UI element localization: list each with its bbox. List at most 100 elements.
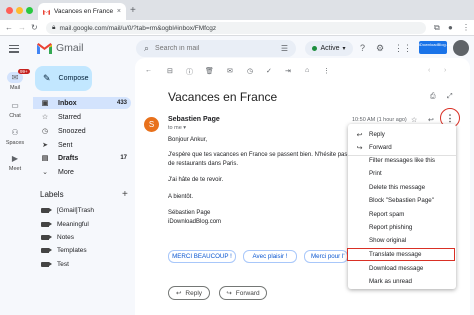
- reply-icon[interactable]: ↩: [428, 116, 434, 124]
- back-to-inbox-icon[interactable]: ←: [145, 67, 152, 74]
- browser-tab[interactable]: Vacances en France - ankurti ×: [38, 3, 126, 20]
- inbox-count: 433: [116, 100, 127, 106]
- smart-reply-chip[interactable]: Avec plaisir !: [243, 250, 297, 263]
- label-icon[interactable]: ⌂: [305, 67, 309, 74]
- zoom-window-button[interactable]: [26, 7, 33, 14]
- sidebar-item-sent[interactable]: ➤ Sent: [33, 139, 131, 151]
- rail-meet[interactable]: ▶ Meet: [4, 153, 26, 172]
- print-all-icon[interactable]: ⎙: [430, 93, 436, 101]
- sender-avatar[interactable]: S: [144, 117, 159, 132]
- compose-button[interactable]: ✎ Compose: [35, 66, 92, 91]
- forward-button[interactable]: ↪ Forward: [219, 286, 267, 300]
- smart-reply-chip[interactable]: MERCI BEAUCOUP !: [168, 250, 236, 263]
- search-bar[interactable]: ⌕ ☰: [136, 40, 296, 57]
- rail-meet-label: Meet: [8, 166, 22, 172]
- email-body-line: J'ai hâte de te revoir.: [168, 177, 224, 183]
- add-task-icon[interactable]: ✓: [266, 67, 272, 75]
- label-item[interactable]: Notes: [41, 232, 74, 243]
- label-item[interactable]: [Gmail]Trash: [41, 205, 94, 216]
- reply-icon: ↩: [175, 290, 182, 297]
- sender-name[interactable]: Sebastien Page: [168, 116, 220, 123]
- apps-grid-icon[interactable]: ⋮⋮: [394, 43, 412, 54]
- pencil-icon: ✎: [43, 73, 51, 83]
- tab-close-icon[interactable]: ×: [117, 8, 121, 15]
- forward-icon: ↪: [226, 290, 232, 297]
- clock-icon: ◷: [41, 128, 49, 135]
- star-message-icon[interactable]: ☆: [411, 116, 417, 124]
- label-item[interactable]: Templates: [41, 245, 87, 256]
- snooze-icon[interactable]: ◷: [247, 67, 253, 75]
- url-field[interactable]: 🔒︎ mail.google.com/mail/u/0/?tab=rm&ogbl…: [46, 22, 426, 34]
- rail-chat[interactable]: ▭ Chat: [4, 100, 26, 119]
- gmail-logo[interactable]: Gmail: [37, 42, 83, 54]
- meet-icon: ▶: [11, 154, 19, 163]
- sidebar-item-drafts[interactable]: ▤ Drafts 17: [33, 152, 131, 164]
- extensions-icon[interactable]: ⧉: [434, 23, 440, 33]
- rail-spaces-label: Spaces: [5, 140, 25, 146]
- label-name: Meaningful: [57, 221, 89, 228]
- label-name: Test: [57, 261, 69, 268]
- forward-nav-icon[interactable]: →: [18, 23, 26, 32]
- profile-icon[interactable]: ●: [448, 23, 453, 32]
- reload-icon[interactable]: ↻: [31, 23, 38, 32]
- menu-item-show-original[interactable]: Show original: [348, 234, 456, 247]
- search-icon[interactable]: ⌕: [144, 43, 149, 54]
- menu-item-label: Forward: [369, 144, 392, 151]
- new-tab-button[interactable]: +: [130, 5, 136, 16]
- menu-item-forward[interactable]: ↪ Forward: [348, 141, 456, 154]
- add-label-icon[interactable]: +: [122, 189, 128, 200]
- menu-item-download[interactable]: Download message: [348, 262, 456, 275]
- email-body-line: A bientôt.: [168, 194, 194, 200]
- menu-item-filter[interactable]: Filter messages like this: [348, 154, 456, 167]
- newer-chevron-icon[interactable]: ‹: [428, 67, 430, 74]
- menu-item-mark-unread[interactable]: Mark as unread: [348, 275, 456, 288]
- email-body-line: J'espère que tes vacances en France se p…: [168, 152, 363, 158]
- mark-unread-icon[interactable]: ✉: [227, 67, 233, 75]
- smart-reply-chip[interactable]: Merci pour l': [304, 250, 348, 263]
- sidebar-item-inbox[interactable]: ▣ Inbox 433: [33, 97, 131, 109]
- main-menu-icon[interactable]: [9, 45, 19, 53]
- menu-item-print[interactable]: Print: [348, 167, 456, 180]
- older-chevron-icon[interactable]: ›: [444, 67, 446, 74]
- reply-button[interactable]: ↩ Reply: [168, 286, 210, 300]
- search-options-icon[interactable]: ☰: [281, 44, 288, 53]
- help-icon[interactable]: ?: [360, 43, 365, 53]
- more-actions-icon[interactable]: ⋮: [323, 67, 330, 75]
- open-new-window-icon[interactable]: ⤢: [447, 93, 453, 101]
- label-tag-icon: [41, 235, 52, 240]
- minimize-window-button[interactable]: [16, 7, 23, 14]
- menu-item-report-spam[interactable]: Report spam: [348, 208, 456, 221]
- sidebar-item-label: Drafts: [58, 154, 79, 162]
- menu-item-report-phishing[interactable]: Report phishing: [348, 221, 456, 234]
- delete-icon[interactable]: 🗑︎: [205, 67, 214, 75]
- sidebar-item-more[interactable]: ⌄ More: [33, 166, 131, 178]
- settings-gear-icon[interactable]: ⚙: [376, 43, 384, 54]
- rail-mail[interactable]: ✉ 99+ Mail: [4, 69, 30, 91]
- sidebar-item-snoozed[interactable]: ◷ Snoozed: [33, 125, 131, 137]
- email-timestamp: 10:50 AM (1 hour ago): [352, 117, 407, 123]
- menu-item-reply[interactable]: ↩ Reply: [348, 128, 456, 141]
- recipients-line[interactable]: to me ▾: [168, 125, 186, 131]
- status-pill[interactable]: Active ▾: [305, 41, 353, 56]
- search-input[interactable]: [155, 45, 275, 52]
- report-spam-icon[interactable]: ⓘ: [186, 67, 193, 77]
- label-item[interactable]: Test: [41, 259, 69, 270]
- label-item[interactable]: Meaningful: [41, 219, 89, 230]
- drafts-count: 17: [120, 155, 127, 161]
- menu-item-block[interactable]: Block "Sebastien Page": [348, 194, 456, 207]
- sidebar-item-label: More: [58, 168, 74, 176]
- rail-spaces[interactable]: ⚇ Spaces: [4, 127, 26, 146]
- archive-icon[interactable]: ⊟: [167, 67, 173, 75]
- label-name: [Gmail]Trash: [57, 207, 94, 214]
- close-window-button[interactable]: [6, 7, 13, 14]
- mail-count-badge: 99+: [18, 69, 30, 74]
- back-icon[interactable]: ←: [5, 23, 13, 32]
- move-to-icon[interactable]: ⇥: [285, 67, 291, 75]
- gmail-favicon-icon: [43, 9, 50, 15]
- menu-item-label: Reply: [369, 131, 385, 138]
- sidebar-item-label: Sent: [58, 141, 73, 149]
- account-avatar[interactable]: [453, 40, 469, 56]
- sidebar-item-starred[interactable]: ☆ Starred: [33, 111, 131, 123]
- browser-menu-icon[interactable]: ⋮: [462, 23, 470, 32]
- menu-item-delete[interactable]: Delete this message: [348, 181, 456, 194]
